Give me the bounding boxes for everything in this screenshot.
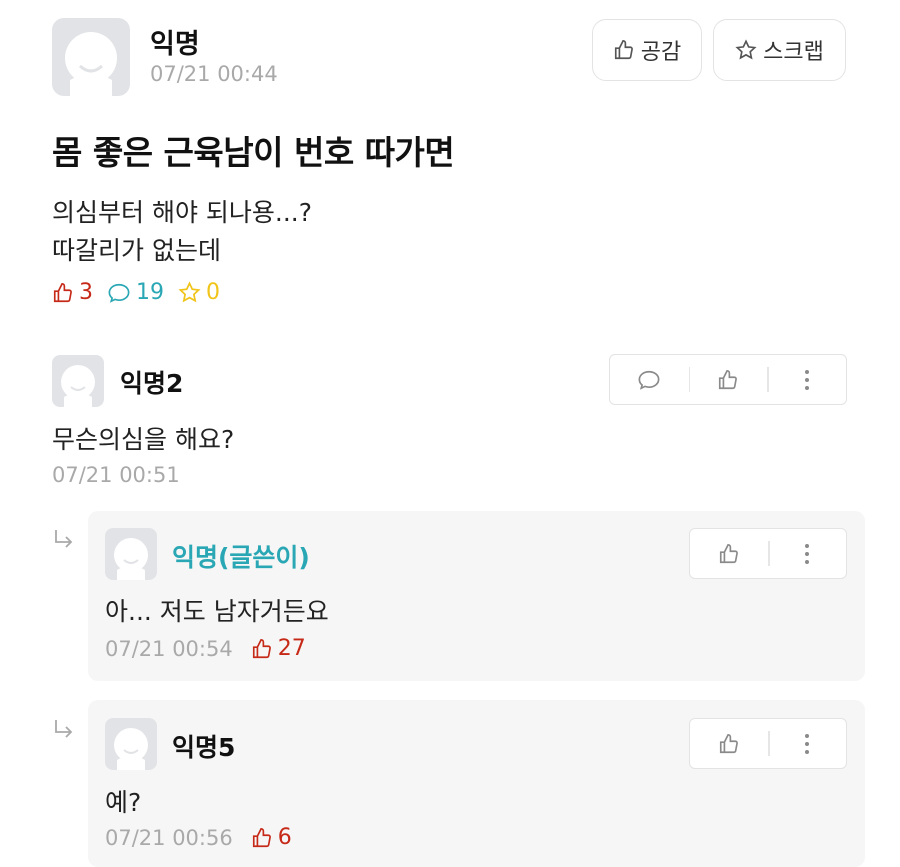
more-vertical-icon bbox=[804, 369, 809, 390]
reply-text: 예? bbox=[105, 788, 142, 817]
post-author-name: 익명 bbox=[150, 29, 200, 60]
thumbs-up-icon bbox=[719, 543, 738, 563]
comment-author-avatar bbox=[52, 355, 104, 407]
reply-timestamp: 07/21 00:54 bbox=[105, 636, 233, 661]
star-icon bbox=[178, 281, 201, 303]
reply-author-avatar bbox=[105, 718, 157, 770]
reply-like-button[interactable] bbox=[690, 529, 768, 578]
reply-button[interactable] bbox=[610, 355, 689, 404]
reply-arrow-icon bbox=[55, 530, 73, 548]
reply-arrow-icon bbox=[55, 720, 73, 738]
comment-actions bbox=[609, 354, 847, 405]
star-icon bbox=[735, 39, 757, 60]
comment-timestamp: 07/21 00:51 bbox=[52, 463, 180, 487]
post-body-line-2: 따갈리가 없는데 bbox=[52, 236, 221, 265]
reply-meta: 07/21 00:56 6 bbox=[105, 825, 306, 850]
reply-like-count: 6 bbox=[251, 825, 292, 850]
post-timestamp: 07/21 00:44 bbox=[150, 62, 278, 86]
comment-author-name: 익명2 bbox=[120, 369, 184, 398]
post-comment-count: 19 bbox=[107, 280, 164, 305]
reply-actions bbox=[689, 718, 847, 769]
reply-text: 아... 저도 남자거든요 bbox=[105, 597, 329, 626]
more-vertical-icon bbox=[805, 733, 809, 754]
reply-more-options-button[interactable] bbox=[768, 719, 846, 768]
thumbs-up-icon bbox=[718, 369, 737, 389]
thumbs-up-icon bbox=[252, 827, 271, 847]
reply-author-name-writer: 익명(글쓴이) bbox=[172, 543, 310, 572]
reply-actions bbox=[689, 528, 847, 579]
reply-author-avatar bbox=[105, 528, 157, 580]
thumbs-up-icon bbox=[53, 282, 72, 302]
post-title: 몸 좋은 근육남이 번호 따가면 bbox=[52, 133, 455, 172]
speech-bubble-icon bbox=[638, 370, 660, 390]
comment-like-button[interactable] bbox=[688, 355, 768, 404]
speech-bubble-icon bbox=[108, 283, 130, 303]
like-button[interactable]: 공감 bbox=[592, 19, 702, 81]
post-body-line-1: 의심부터 해야 되나용...? bbox=[52, 198, 313, 227]
reply-more-options-button[interactable] bbox=[768, 529, 846, 578]
like-button-label: 공감 bbox=[640, 40, 682, 65]
reply-like-count: 27 bbox=[251, 636, 306, 661]
thumbs-up-icon bbox=[252, 638, 271, 658]
post-like-count: 3 bbox=[52, 280, 93, 305]
reply-meta: 07/21 00:54 27 bbox=[105, 636, 320, 661]
reply-author-name: 익명5 bbox=[172, 733, 236, 762]
post-stats: 3 19 0 bbox=[52, 280, 234, 305]
thumbs-up-icon bbox=[614, 40, 633, 60]
post-scrap-count: 0 bbox=[178, 280, 220, 305]
more-vertical-icon bbox=[805, 543, 809, 564]
reply-like-button[interactable] bbox=[690, 719, 768, 768]
scrap-button[interactable]: 스크랩 bbox=[713, 19, 846, 81]
scrap-button-label: 스크랩 bbox=[763, 40, 824, 65]
more-options-button[interactable] bbox=[767, 355, 846, 404]
post-author-avatar bbox=[52, 18, 130, 96]
thumbs-up-icon bbox=[719, 733, 738, 753]
reply-timestamp: 07/21 00:56 bbox=[105, 825, 233, 850]
comment-text: 무슨의심을 해요? bbox=[52, 425, 235, 454]
